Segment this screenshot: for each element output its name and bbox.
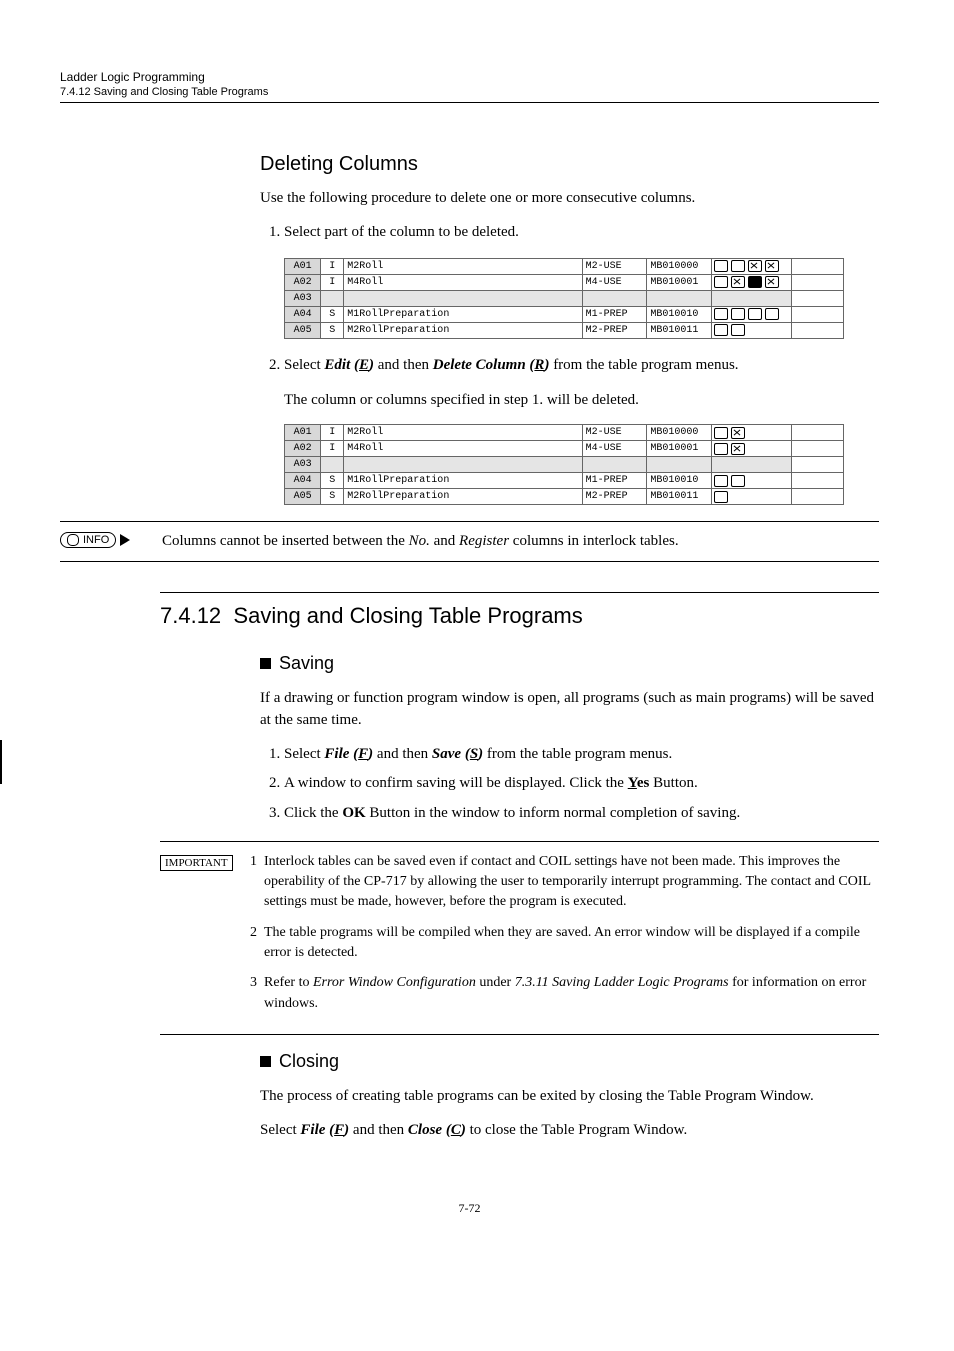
saving-step-1: Select File (F) and then Save (S) from t… (284, 744, 879, 766)
contact-open-icon (731, 308, 745, 320)
contact-open-icon (765, 308, 779, 320)
info-icon (67, 534, 79, 546)
section-rule (160, 592, 879, 593)
contact-open-icon (714, 260, 728, 272)
saving-procedure: Select File (F) and then Save (S) from t… (260, 744, 879, 825)
table-figure-2: A01IM2RollM2-USEMB010000A02IM4RollM4-USE… (284, 424, 879, 505)
important-callout: IMPORTANT 1Interlock tables can be saved… (160, 841, 879, 1035)
deleting-step-2-result: The column or columns specified in step … (284, 390, 879, 412)
saving-step-2: A window to confirm saving will be displ… (284, 773, 879, 795)
saving-heading: Saving (260, 653, 879, 674)
contact-open-icon (731, 475, 745, 487)
arrow-right-icon (120, 534, 130, 546)
contact-closed-icon (731, 276, 745, 288)
contact-open-icon (714, 427, 728, 439)
table-row: A04SM1RollPreparationM1-PREPMB010010 (285, 306, 844, 322)
page-number: 7-72 (60, 1201, 879, 1216)
contact-closed-icon (765, 276, 779, 288)
contact-closed-icon (748, 260, 762, 272)
important-label: IMPORTANT (160, 852, 250, 1024)
chapter-tab: 7 (0, 740, 2, 784)
closing-p1: The process of creating table programs c… (260, 1086, 879, 1108)
important-item-2: 2The table programs will be compiled whe… (250, 923, 879, 964)
contact-open-icon (714, 308, 728, 320)
deleting-procedure-2: Select Edit (E) and then Delete Column (… (260, 355, 879, 377)
header-section-ref: 7.4.12 Saving and Closing Table Programs (60, 86, 879, 98)
contact-open-icon (714, 324, 728, 336)
contact-closed-icon (731, 427, 745, 439)
deleting-columns-heading: Deleting Columns (260, 153, 879, 176)
important-item-3: 3Refer to Error Window Configuration und… (250, 973, 879, 1014)
table-row: A02IM4RollM4-USEMB010001 (285, 274, 844, 290)
table-figure-1: A01IM2RollM2-USEMB010000A02IM4RollM4-USE… (284, 258, 879, 339)
important-item-1: 1Interlock tables can be saved even if c… (250, 852, 879, 913)
important-list: 1Interlock tables can be saved even if c… (250, 852, 879, 1024)
table-row: A01IM2RollM2-USEMB010000 (285, 258, 844, 274)
table-row: A05SM2RollPreparationM2-PREPMB010011 (285, 322, 844, 338)
info-text: Columns cannot be inserted between the N… (162, 533, 879, 550)
table-row: A03 (285, 457, 844, 473)
saving-step-3: Click the OK Button in the window to inf… (284, 803, 879, 825)
deleting-procedure: Select part of the column to be deleted. (260, 222, 879, 244)
deleting-intro: Use the following procedure to delete on… (260, 188, 879, 210)
info-callout: INFO Columns cannot be inserted between … (60, 521, 879, 562)
table-row: A02IM4RollM4-USEMB010001 (285, 441, 844, 457)
contact-closed-icon (731, 443, 745, 455)
table-row: A03 (285, 290, 844, 306)
closing-p2: Select File (F) and then Close (C) to cl… (260, 1120, 879, 1142)
table-row: A04SM1RollPreparationM1-PREPMB010010 (285, 473, 844, 489)
header-rule (60, 102, 879, 103)
contact-open-icon (714, 475, 728, 487)
deleting-step-1: Select part of the column to be deleted. (284, 222, 879, 244)
contact-open-icon (731, 260, 745, 272)
contact-open-icon (748, 308, 762, 320)
contact-open-icon (731, 324, 745, 336)
table-row: A01IM2RollM2-USEMB010000 (285, 425, 844, 441)
contact-open-icon (714, 443, 728, 455)
contact-filled-icon (748, 276, 762, 288)
contact-open-icon (714, 276, 728, 288)
section-heading: 7.4.12 Saving and Closing Table Programs (160, 603, 879, 629)
info-label: INFO (60, 532, 140, 551)
saving-intro: If a drawing or function program window … (260, 688, 879, 732)
contact-open-icon (714, 491, 728, 503)
contact-closed-icon (765, 260, 779, 272)
deleting-step-2: Select Edit (E) and then Delete Column (… (284, 355, 879, 377)
header-chapter: Ladder Logic Programming (60, 70, 879, 84)
table-row: A05SM2RollPreparationM2-PREPMB010011 (285, 489, 844, 505)
closing-heading: Closing (260, 1051, 879, 1072)
